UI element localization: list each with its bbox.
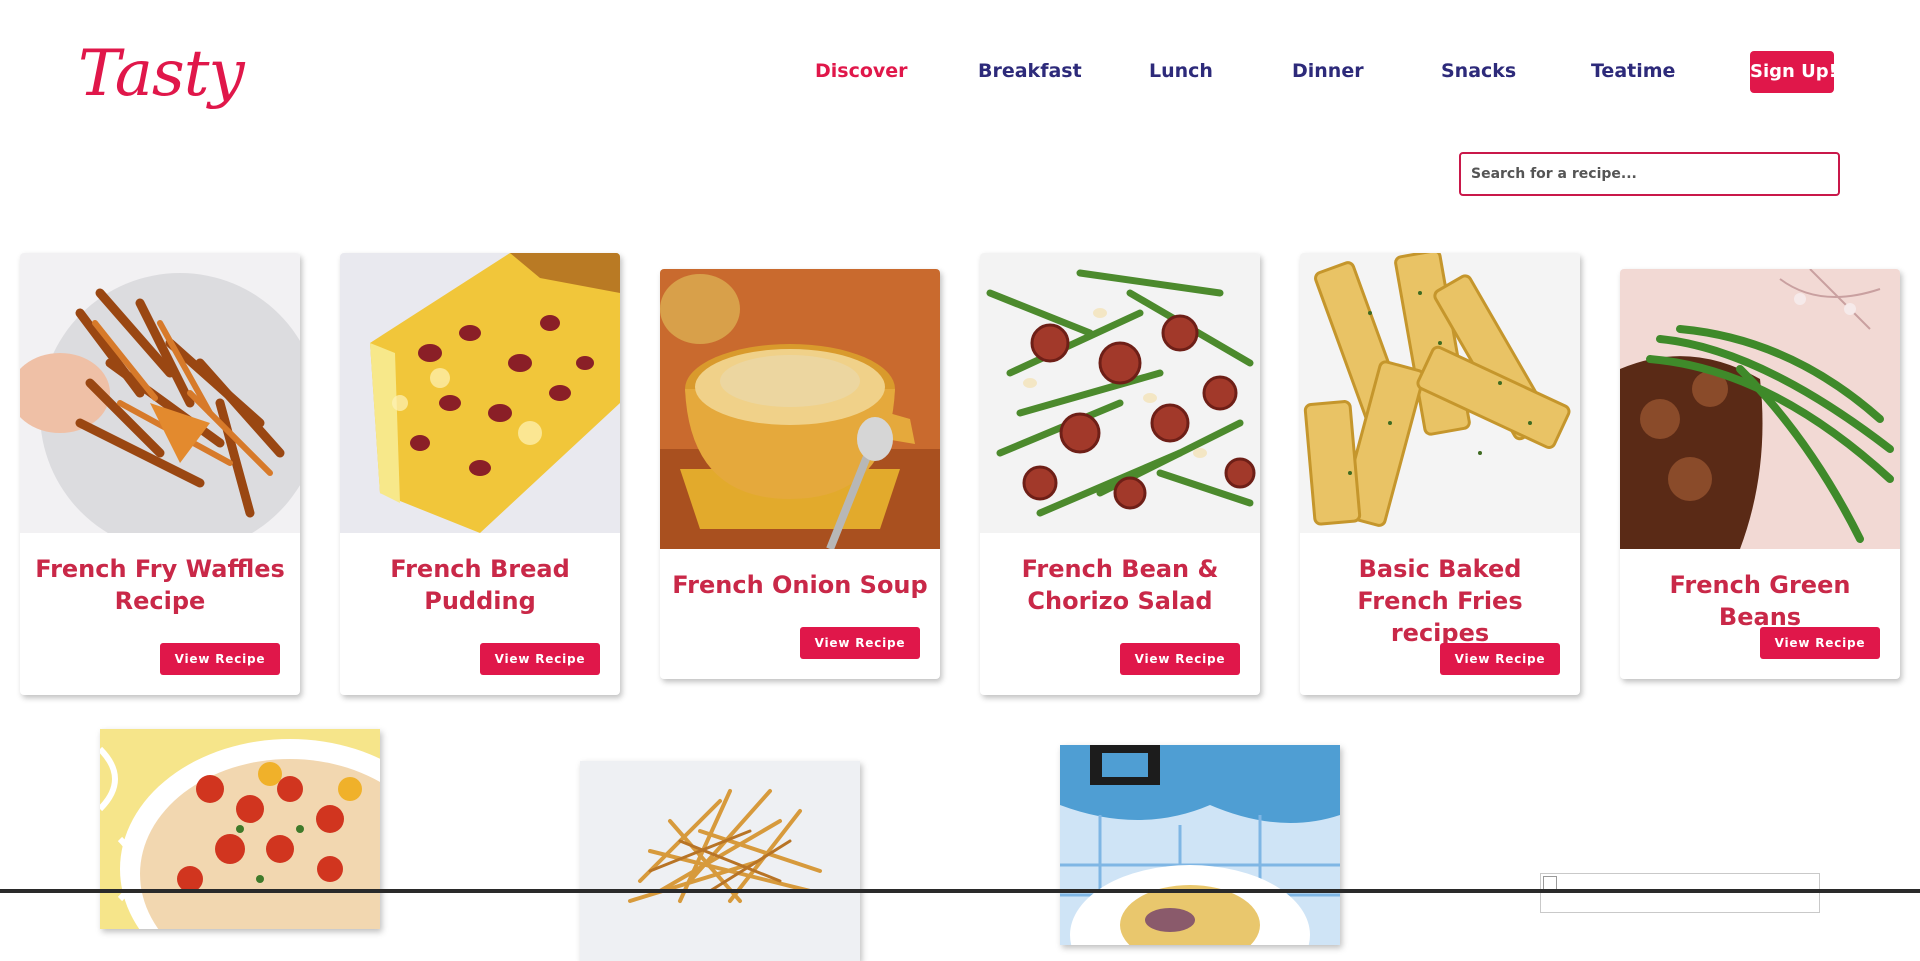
baked-fries-photo	[1300, 253, 1580, 533]
view-recipe-button[interactable]: View Recipe	[480, 643, 600, 675]
recipe-title[interactable]: French Fry Waffles Recipe	[32, 553, 288, 617]
shoestring-fries-photo	[580, 761, 860, 961]
page-bottom-border	[0, 889, 1920, 893]
view-recipe-button[interactable]: View Recipe	[1120, 643, 1240, 675]
recipe-card: French Onion Soup View Recipe	[660, 269, 940, 679]
broken-image-glyph-icon	[1543, 876, 1557, 890]
nav-snacks[interactable]: Snacks	[1441, 60, 1516, 82]
recipe-card: French Green Beans View Recipe	[1620, 269, 1900, 679]
nav-breakfast[interactable]: Breakfast	[978, 60, 1082, 82]
recipe-title[interactable]: French Green Beans	[1632, 569, 1888, 633]
recipe-card-partial	[1060, 745, 1340, 945]
nav-discover[interactable]: Discover	[815, 60, 908, 82]
sign-up-button[interactable]: Sign Up!	[1750, 51, 1837, 93]
main-nav: Discover Breakfast Lunch Dinner Snacks T…	[0, 60, 1920, 92]
recipe-card: French Bean & Chorizo Salad View Recipe	[980, 253, 1260, 695]
recipe-title[interactable]: Basic Baked French Fries recipes	[1312, 553, 1568, 649]
view-recipe-button[interactable]: View Recipe	[1440, 643, 1560, 675]
search-input[interactable]	[1459, 152, 1840, 196]
nav-dinner[interactable]: Dinner	[1292, 60, 1364, 82]
view-recipe-button[interactable]: View Recipe	[160, 643, 280, 675]
fry-waffles-photo	[20, 253, 300, 533]
tomato-bake-photo	[100, 729, 380, 929]
bread-pudding-photo	[340, 253, 620, 533]
blue-napkin-dish-photo	[1060, 745, 1340, 945]
recipe-card: French Fry Waffles Recipe View Recipe	[20, 253, 300, 695]
recipe-title[interactable]: French Onion Soup	[672, 569, 928, 601]
recipe-title[interactable]: French Bread Pudding	[352, 553, 608, 617]
recipe-card-partial	[100, 729, 380, 929]
view-recipe-button[interactable]: View Recipe	[800, 627, 920, 659]
green-beans-photo	[1620, 269, 1900, 549]
nav-lunch[interactable]: Lunch	[1149, 60, 1213, 82]
recipe-card: French Bread Pudding View Recipe	[340, 253, 620, 695]
view-recipe-button[interactable]: View Recipe	[1760, 627, 1880, 659]
recipe-card: Basic Baked French Fries recipes View Re…	[1300, 253, 1580, 695]
recipe-card-partial	[580, 761, 860, 961]
broken-image-icon	[1540, 873, 1820, 913]
onion-soup-photo	[660, 269, 940, 549]
nav-teatime[interactable]: Teatime	[1591, 60, 1675, 82]
recipe-title[interactable]: French Bean & Chorizo Salad	[992, 553, 1248, 617]
bean-chorizo-photo	[980, 253, 1260, 533]
